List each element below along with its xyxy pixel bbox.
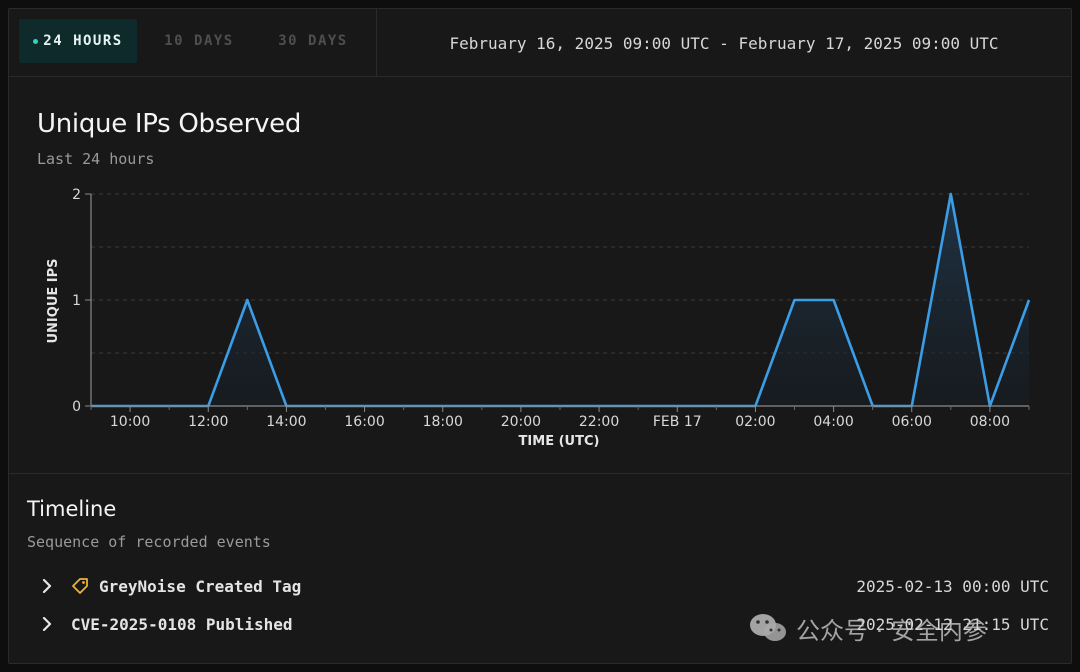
watermark: 公众号 · 安全内参 xyxy=(748,608,1048,648)
timeline-event-row[interactable]: GreyNoise Created Tag 2025-02-13 00:00 U… xyxy=(37,572,1049,600)
tag-icon xyxy=(71,576,91,596)
timeline-subtitle: Sequence of recorded events xyxy=(27,533,271,551)
tab-label: 30 DAYS xyxy=(278,33,348,49)
x-tick-label: 16:00 xyxy=(344,414,384,430)
y-tick-label: 0 xyxy=(72,399,81,415)
x-tick-label: 20:00 xyxy=(501,414,541,430)
header-bar: 24 HOURS 10 DAYS 30 DAYS February 16, 20… xyxy=(9,9,1071,77)
x-tick-label: 06:00 xyxy=(892,414,932,430)
x-tick-label: 08:00 xyxy=(970,414,1010,430)
section-divider xyxy=(9,473,1071,474)
x-tick-label: 04:00 xyxy=(813,414,853,430)
x-tick-label: FEB 17 xyxy=(653,414,702,430)
chart-subtitle: Last 24 hours xyxy=(37,150,155,168)
y-tick-label: 2 xyxy=(72,187,81,203)
x-tick-label: 02:00 xyxy=(735,414,775,430)
date-range: February 16, 2025 09:00 UTC - February 1… xyxy=(449,33,999,53)
event-label: CVE-2025-0108 Published xyxy=(71,614,293,634)
event-label: GreyNoise Created Tag xyxy=(99,576,302,596)
x-tick-label: 18:00 xyxy=(423,414,463,430)
wechat-icon xyxy=(750,614,786,641)
timeline-title: Timeline xyxy=(27,497,117,521)
event-time: 2025-02-13 00:00 UTC xyxy=(856,576,1049,596)
tab-10-days[interactable]: 10 DAYS xyxy=(149,19,249,63)
tab-30-days[interactable]: 30 DAYS xyxy=(263,19,363,63)
range-tabs: 24 HOURS 10 DAYS 30 DAYS xyxy=(9,9,377,77)
chart-title: Unique IPs Observed xyxy=(37,109,302,139)
tab-label: 24 HOURS xyxy=(43,33,123,49)
unique-ips-chart: 0 1 2 10:00 12:00 14:00 16:00 18:00 20:00 22:00 FE… xyxy=(46,187,1031,449)
active-dot-icon xyxy=(33,38,39,44)
chevron-right-icon[interactable] xyxy=(37,614,57,634)
tab-label: 10 DAYS xyxy=(164,33,234,49)
x-tick-label: 12:00 xyxy=(188,414,228,430)
x-axis-label: TIME (UTC) xyxy=(519,434,600,449)
x-tick-label: 22:00 xyxy=(579,414,619,430)
dashboard-panel: 24 HOURS 10 DAYS 30 DAYS February 16, 20… xyxy=(8,8,1072,664)
x-tick-label: 14:00 xyxy=(266,414,306,430)
y-tick-label: 1 xyxy=(72,293,81,309)
chevron-right-icon[interactable] xyxy=(37,576,57,596)
tab-24-hours[interactable]: 24 HOURS xyxy=(19,19,137,63)
series-area xyxy=(91,194,1029,406)
watermark-text: 公众号 · 安全内参 xyxy=(796,616,987,645)
y-axis-label: UNIQUE IPS xyxy=(46,258,61,343)
x-tick-label: 10:00 xyxy=(110,414,150,430)
